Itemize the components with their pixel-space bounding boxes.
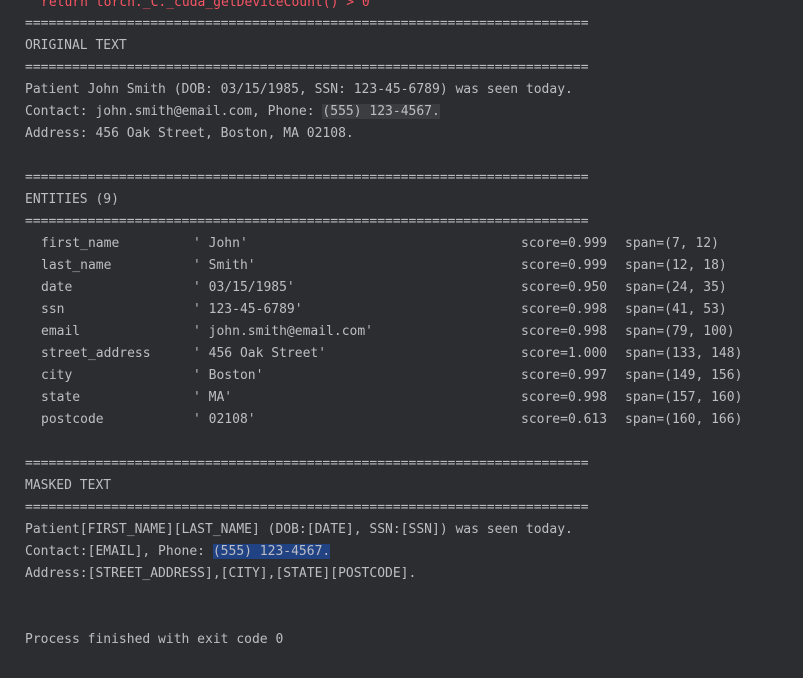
entity-text: ' John' bbox=[193, 236, 248, 251]
entity-text: ' 456 Oak Street' bbox=[193, 346, 327, 361]
entity-span: span=(24, 35) bbox=[625, 280, 727, 295]
entity-score: score=0.998 bbox=[521, 324, 608, 339]
masked-line-2-prefix: Contact:[EMAIL], Phone: bbox=[25, 544, 213, 559]
masked-line-2: Contact:[EMAIL], Phone: (555) 123-4567. bbox=[25, 541, 331, 563]
entity-score: score=0.997 bbox=[521, 368, 608, 383]
separator-line: ========================================… bbox=[25, 16, 589, 31]
entity-span: span=(160, 166) bbox=[625, 412, 743, 427]
masked-line-3: Address:[STREET_ADDRESS],[CITY],[STATE][… bbox=[25, 566, 417, 581]
entity-row: email ' john.smith@email.com' score=0.998 s… bbox=[0, 321, 803, 343]
entity-score: score=0.613 bbox=[521, 412, 608, 427]
separator-line: ========================================… bbox=[25, 500, 589, 515]
error-trace-line: return torch._C._cuda_getDeviceCount() >… bbox=[41, 0, 370, 10]
entity-span: span=(133, 148) bbox=[625, 346, 743, 361]
phone-highlight: (555) 123-4567. bbox=[322, 104, 440, 119]
entity-row: postcode ' 02108' score=0.613 span=(160, 16… bbox=[0, 409, 803, 431]
exit-message: Process finished with exit code 0 bbox=[25, 632, 284, 647]
separator-line: ========================================… bbox=[25, 60, 589, 75]
entity-score: score=0.998 bbox=[521, 390, 608, 405]
entity-label: date bbox=[41, 280, 73, 295]
entity-label: street_address bbox=[41, 346, 151, 361]
entity-row: ssn ' 123-45-6789' score=0.998 span=(41, 53… bbox=[0, 299, 803, 321]
entity-label: city bbox=[41, 368, 73, 383]
separator-line: ========================================… bbox=[25, 214, 589, 229]
original-line-1: Patient John Smith (DOB: 03/15/1985, SSN… bbox=[25, 82, 573, 97]
entity-text: ' Smith' bbox=[193, 258, 256, 273]
entity-row: first_name ' John' score=0.999 span=(7, 12) bbox=[0, 233, 803, 255]
entity-text: ' 123-45-6789' bbox=[193, 302, 303, 317]
original-text-header: ORIGINAL TEXT bbox=[25, 38, 127, 53]
selected-phone-text[interactable]: (555) 123-4567. bbox=[212, 544, 331, 559]
entity-label: last_name bbox=[41, 258, 112, 273]
entity-span: span=(7, 12) bbox=[625, 236, 719, 251]
run-console-output[interactable]: return torch._C._cuda_getDeviceCount() >… bbox=[0, 0, 803, 678]
entity-row: state ' MA' score=0.998 span=(157, 160) bbox=[0, 387, 803, 409]
original-line-3: Address: 456 Oak Street, Boston, MA 0210… bbox=[25, 126, 354, 141]
entity-text: ' MA' bbox=[193, 390, 233, 405]
entity-score: score=0.950 bbox=[521, 280, 608, 295]
original-line-2-prefix: Contact: john.smith@email.com, Phone: bbox=[25, 104, 323, 119]
entity-score: score=1.000 bbox=[521, 346, 608, 361]
entity-label: email bbox=[41, 324, 81, 339]
entity-score: score=0.999 bbox=[521, 236, 608, 251]
entity-label: state bbox=[41, 390, 81, 405]
entity-row: last_name ' Smith' score=0.999 span=(12, 18… bbox=[0, 255, 803, 277]
entity-text: ' 02108' bbox=[193, 412, 256, 427]
entity-text: ' john.smith@email.com' bbox=[193, 324, 374, 339]
masked-line-1: Patient[FIRST_NAME][LAST_NAME] (DOB:[DAT… bbox=[25, 522, 573, 537]
entity-span: span=(41, 53) bbox=[625, 302, 727, 317]
entity-span: span=(157, 160) bbox=[625, 390, 743, 405]
entity-label: ssn bbox=[41, 302, 65, 317]
separator-line: ========================================… bbox=[25, 170, 589, 185]
entity-score: score=0.998 bbox=[521, 302, 608, 317]
entity-span: span=(149, 156) bbox=[625, 368, 743, 383]
entity-text: ' 03/15/1985' bbox=[193, 280, 295, 295]
entity-label: first_name bbox=[41, 236, 120, 251]
entities-header: ENTITIES (9) bbox=[25, 192, 119, 207]
entity-score: score=0.999 bbox=[521, 258, 608, 273]
entity-text: ' Boston' bbox=[193, 368, 264, 383]
separator-line: ========================================… bbox=[25, 456, 589, 471]
entity-row: city ' Boston' score=0.997 span=(149, 156) bbox=[0, 365, 803, 387]
original-line-2: Contact: john.smith@email.com, Phone: (5… bbox=[25, 101, 440, 123]
entity-row: date ' 03/15/1985' score=0.950 span=(24, 35… bbox=[0, 277, 803, 299]
entity-span: span=(12, 18) bbox=[625, 258, 727, 273]
entity-span: span=(79, 100) bbox=[625, 324, 735, 339]
entity-row: street_address ' 456 Oak Street' score=1.0… bbox=[0, 343, 803, 365]
entity-label: postcode bbox=[41, 412, 104, 427]
masked-text-header: MASKED TEXT bbox=[25, 478, 112, 493]
